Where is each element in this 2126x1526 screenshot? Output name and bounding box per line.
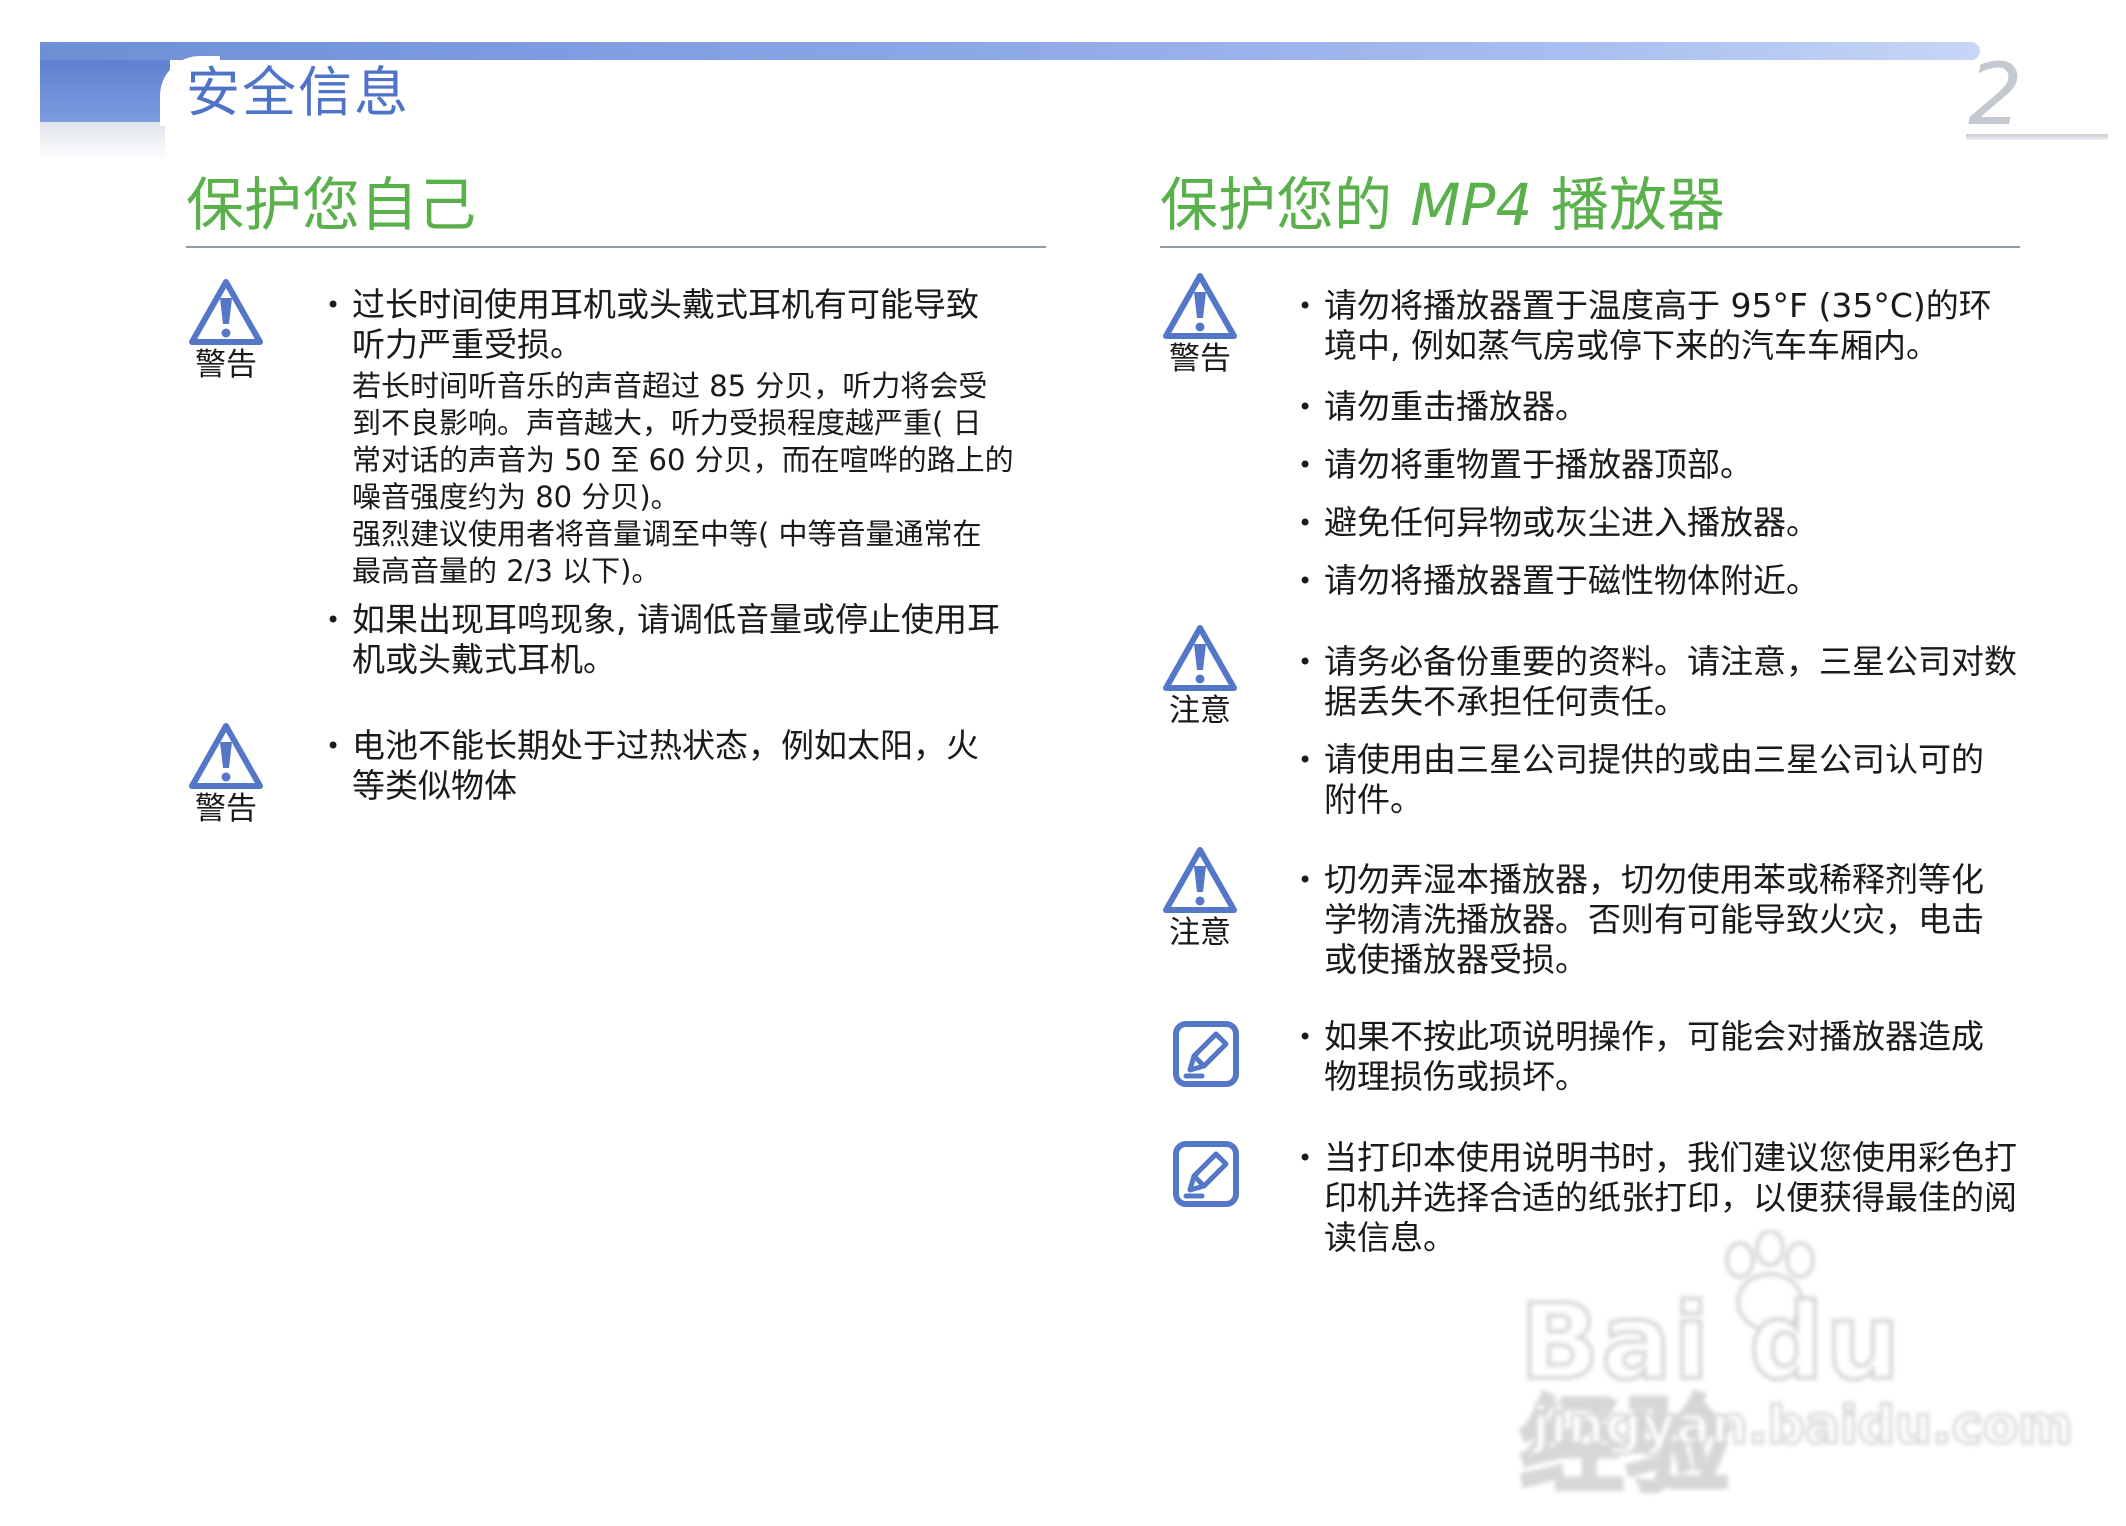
bullet-dot: • <box>326 606 341 634</box>
warning-icon <box>189 279 263 345</box>
note-icon <box>1173 1141 1239 1207</box>
bullet-line: 请务必备份重要的资料。请注意，三星公司对数 <box>1324 642 2017 681</box>
bullet-line: 请使用由三星公司提供的或由三星公司认可的 <box>1324 740 1984 779</box>
bullet-line: 境中, 例如蒸气房或停下来的汽车车厢内。 <box>1324 326 1939 365</box>
bullet-line: 据丢失不承担任何责任。 <box>1324 682 1687 721</box>
bullet-dot: • <box>1298 567 1313 595</box>
bullet-line: 切勿弄湿本播放器，切勿使用苯或稀释剂等化 <box>1324 860 1984 899</box>
right-block-5-icon-group <box>1164 1140 1248 1208</box>
watermark-url: jingyan.baidu.com <box>1531 1396 2075 1456</box>
left-block-2-icon-group: 警告 <box>184 722 268 825</box>
left-block-1-icon-group: 警告 <box>184 278 268 381</box>
right-block-3-bullet-1: • 切勿弄湿本播放器，切勿使用苯或稀释剂等化 学物清洗播放器。否则有可能导致火灾… <box>1298 860 1984 980</box>
note-icon <box>1173 1021 1239 1087</box>
left-block-2-bullet-1: • 电池不能长期处于过热状态，例如太阳，火 等类似物体 <box>326 726 979 806</box>
bullet-dot: • <box>1298 648 1313 676</box>
bullet-dot: • <box>326 291 341 319</box>
header-tab-shade <box>40 122 165 162</box>
right-block-1-bullet-4: • 避免任何异物或灰尘进入播放器。 <box>1298 503 1819 543</box>
warning-icon <box>189 723 263 789</box>
right-block-2-icon-group: 注意 <box>1158 624 1242 727</box>
bullet-line: 印机并选择合适的纸张打印，以便获得最佳的阅 <box>1324 1178 2017 1217</box>
bullet-line: 请勿将播放器置于磁性物体附近。 <box>1324 561 1819 600</box>
right-block-2-bullet-1: • 请务必备份重要的资料。请注意，三星公司对数 据丢失不承担任何责任。 <box>1298 642 2017 722</box>
right-block-1-bullet-3: • 请勿将重物置于播放器顶部。 <box>1298 445 1753 485</box>
left-column-rule <box>186 246 1046 248</box>
detail-line: 常对话的声音为 50 至 60 分贝，而在喧哗的路上的 <box>352 443 1014 477</box>
right-block-2-bullet-2: • 请使用由三星公司提供的或由三星公司认可的 附件。 <box>1298 740 1984 820</box>
bullet-dot: • <box>326 732 341 760</box>
left-block-1-bullet-1-detail: 若长时间听音乐的声音超过 85 分贝，听力将会受 到不良影响。声音越大，听力受损… <box>352 368 1014 590</box>
right-heading-part-2: 播放器 <box>1550 171 1725 239</box>
page-number-underline <box>1966 134 2108 140</box>
bullet-line: 等类似物体 <box>352 766 517 805</box>
left-block-1-bullet-1: • 过长时间使用耳机或头戴式耳机有可能导致 听力严重受损。 <box>326 285 979 365</box>
left-column-heading: 保护您自己 <box>186 171 477 239</box>
bullet-dot: • <box>1298 393 1313 421</box>
header-tab-block <box>40 60 170 122</box>
bullet-line: 如果不按此项说明操作，可能会对播放器造成 <box>1324 1017 1984 1056</box>
right-column-rule <box>1160 246 2020 248</box>
detail-line: 最高音量的 2/3 以下)。 <box>352 554 661 588</box>
bullet-line: 学物清洗播放器。否则有可能导致火灾，电击 <box>1324 900 1984 939</box>
right-block-3-label: 注意 <box>1169 915 1231 951</box>
bullet-dot: • <box>1298 866 1313 894</box>
left-block-2-label: 警告 <box>195 791 257 827</box>
warning-icon <box>1163 273 1237 339</box>
bullet-line: 请勿重击播放器。 <box>1324 387 1588 426</box>
bullet-dot: • <box>1298 746 1313 774</box>
section-title: 安全信息 <box>186 61 410 124</box>
bullet-line: 或使播放器受损。 <box>1324 940 1588 979</box>
left-block-1-label: 警告 <box>195 347 257 383</box>
bullet-line: 过长时间使用耳机或头戴式耳机有可能导致 <box>352 285 979 324</box>
bullet-line: 当打印本使用说明书时，我们建议您使用彩色打 <box>1324 1138 2017 1177</box>
right-block-1-bullet-5: • 请勿将播放器置于磁性物体附近。 <box>1298 561 1819 601</box>
bullet-line: 听力严重受损。 <box>352 325 583 364</box>
header-accent-bar <box>40 42 1980 60</box>
right-block-1-bullet-2: • 请勿重击播放器。 <box>1298 387 1588 427</box>
bullet-line: 电池不能长期处于过热状态，例如太阳，火 <box>352 726 979 765</box>
right-block-4-bullet-1: • 如果不按此项说明操作，可能会对播放器造成 物理损伤或损坏。 <box>1298 1017 1984 1097</box>
right-heading-part-1: 保护您的 <box>1160 171 1393 239</box>
right-block-3-icon-group: 注意 <box>1158 846 1242 949</box>
right-block-4-icon-group <box>1164 1020 1248 1088</box>
bullet-dot: • <box>1298 1023 1313 1051</box>
detail-line: 强烈建议使用者将音量调至中等( 中等音量通常在 <box>352 517 982 551</box>
bullet-line: 请勿将播放器置于温度高于 95°F (35°C)的环 <box>1324 286 1992 325</box>
detail-line: 到不良影响。声音越大，听力受损程度越严重( 日 <box>352 406 982 440</box>
right-block-2-label: 注意 <box>1169 693 1231 729</box>
right-block-1-icon-group: 警告 <box>1158 272 1242 375</box>
page-number: 2 <box>1968 45 2023 145</box>
bullet-dot: • <box>1298 451 1313 479</box>
bullet-line: 机或头戴式耳机。 <box>352 640 616 679</box>
right-block-1-bullet-1: • 请勿将播放器置于温度高于 95°F (35°C)的环 境中, 例如蒸气房或停… <box>1298 286 1992 366</box>
left-block-1-bullet-2: • 如果出现耳鸣现象, 请调低音量或停止使用耳 机或头戴式耳机。 <box>326 600 1000 680</box>
bullet-line: 请勿将重物置于播放器顶部。 <box>1324 445 1753 484</box>
watermark-main-text: Bai du 经验 <box>1518 1281 1902 1507</box>
detail-line: 若长时间听音乐的声音超过 85 分贝，听力将会受 <box>352 369 988 403</box>
right-heading-model: MP4 <box>1410 171 1533 239</box>
bullet-line: 避免任何异物或灰尘进入播放器。 <box>1324 503 1819 542</box>
baidu-watermark: Bai du 经验 jingyan.baidu.com <box>1518 1230 2074 1500</box>
bullet-dot: • <box>1298 1144 1313 1172</box>
right-block-1-label: 警告 <box>1169 341 1231 377</box>
caution-icon <box>1163 847 1237 913</box>
bullet-line: 物理损伤或损坏。 <box>1324 1057 1588 1096</box>
detail-line: 噪音强度约为 80 分贝)。 <box>352 480 680 514</box>
bullet-line: 附件。 <box>1324 780 1423 819</box>
caution-icon <box>1163 625 1237 691</box>
bullet-dot: • <box>1298 509 1313 537</box>
bullet-dot: • <box>1298 292 1313 320</box>
bullet-line: 如果出现耳鸣现象, 请调低音量或停止使用耳 <box>352 600 1000 639</box>
right-column-heading: 保护您的 MP4 播放器 <box>1160 176 1725 234</box>
